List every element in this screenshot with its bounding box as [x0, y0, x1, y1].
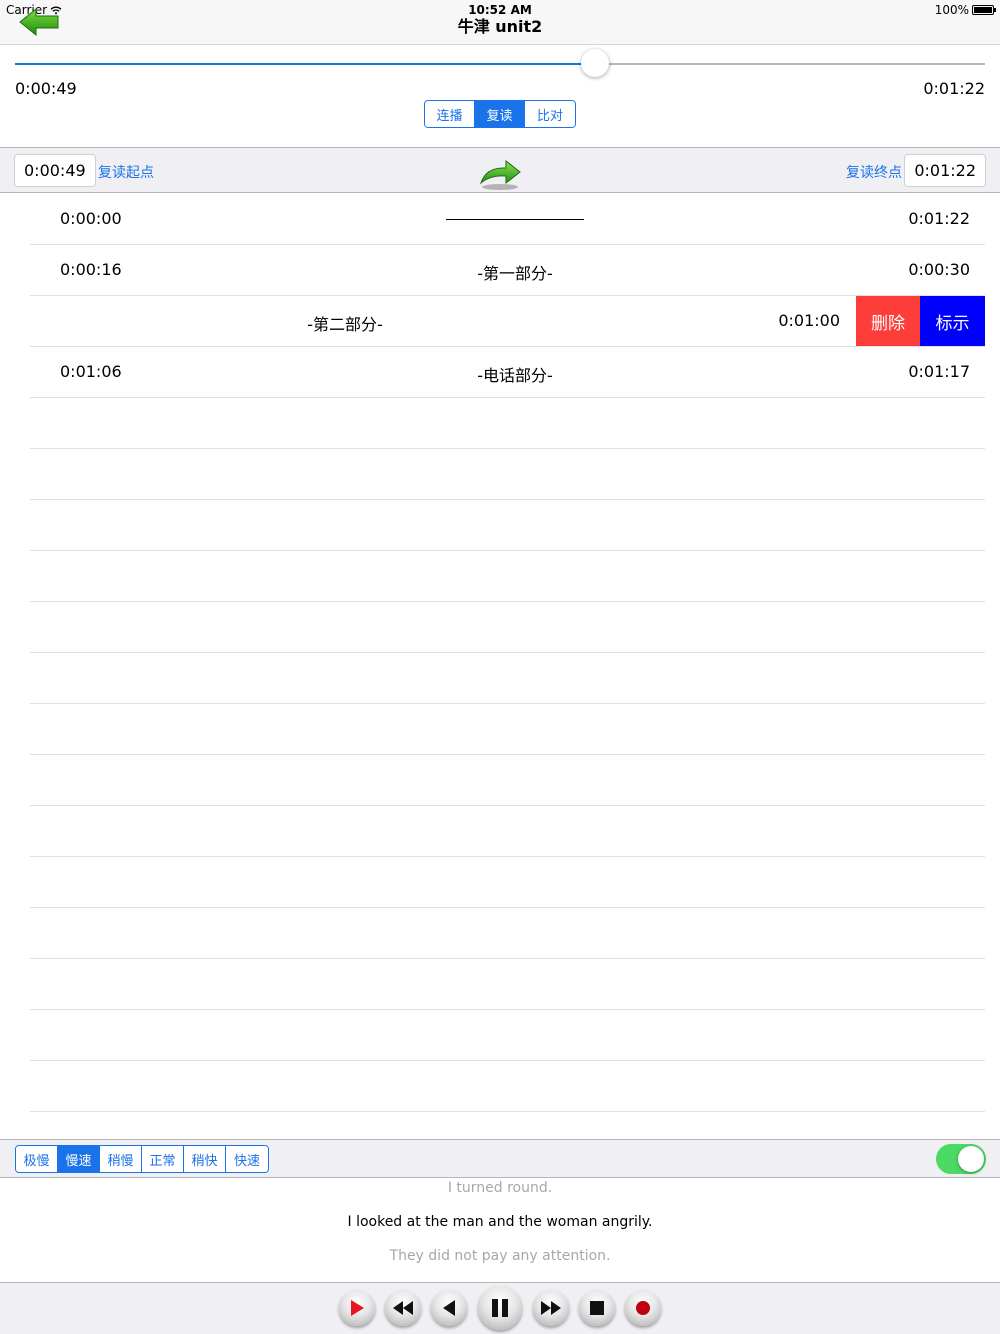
- progress-slider[interactable]: [15, 49, 985, 77]
- navigation-bar: Carrier 10:52 AM 100% 牛津 unit2: [0, 0, 1000, 45]
- page: Carrier 10:52 AM 100% 牛津 unit2 0:00:49 0…: [0, 0, 1000, 1334]
- empty-row: [30, 602, 985, 653]
- segment-title: -电话部分-: [477, 366, 553, 385]
- segment-row[interactable]: 0:01:06 -电话部分- 0:01:17: [30, 347, 985, 398]
- repeat-end-time[interactable]: 0:01:22: [904, 154, 986, 187]
- mode-segmented-control: 连播 复读 比对: [424, 100, 576, 128]
- step-back-icon: [443, 1300, 455, 1316]
- speed-option-fast[interactable]: 快速: [226, 1146, 268, 1172]
- rewind-button[interactable]: [385, 1290, 421, 1326]
- set-repeat-start-button[interactable]: 复读起点: [98, 162, 154, 182]
- mode-option-compare[interactable]: 比对: [525, 101, 575, 127]
- repeat-arrow-icon[interactable]: [478, 155, 524, 191]
- speed-option-slightly-slow[interactable]: 稍慢: [100, 1146, 142, 1172]
- pause-icon: [492, 1299, 508, 1317]
- segment-title: -第二部分-: [307, 315, 383, 334]
- subtitle-toggle[interactable]: [936, 1144, 986, 1174]
- set-repeat-end-button[interactable]: 复读终点: [846, 162, 902, 182]
- progress-thumb[interactable]: [580, 49, 609, 77]
- mark-button[interactable]: 标示: [920, 296, 985, 346]
- page-title: 牛津 unit2: [457, 17, 543, 36]
- record-icon: [636, 1301, 650, 1315]
- previous-button[interactable]: [431, 1290, 467, 1326]
- lyric-current: I looked at the man and the woman angril…: [347, 1214, 653, 1230]
- empty-row: [30, 449, 985, 500]
- rewind-icon: [393, 1301, 413, 1315]
- delete-button[interactable]: 删除: [856, 296, 920, 346]
- segment-end-time: 0:01:00: [778, 311, 840, 330]
- empty-row: [30, 908, 985, 959]
- lyric-previous: I turned round.: [447, 1180, 553, 1196]
- play-icon: [351, 1300, 364, 1316]
- empty-row: [30, 755, 985, 806]
- empty-row: [30, 857, 985, 908]
- pause-button[interactable]: [478, 1286, 522, 1330]
- play-button[interactable]: [339, 1290, 375, 1326]
- empty-row: [30, 1010, 985, 1061]
- fast-forward-button[interactable]: [533, 1290, 569, 1326]
- segment-title: -第一部分-: [477, 264, 553, 283]
- empty-row: [30, 398, 985, 449]
- empty-row: [30, 500, 985, 551]
- fast-forward-icon: [541, 1301, 561, 1315]
- speed-bar: 极慢 慢速 稍慢 正常 稍快 快速: [0, 1139, 1000, 1178]
- total-time: 0:01:22: [923, 79, 985, 98]
- progress-fill: [15, 63, 595, 65]
- empty-row: [30, 806, 985, 857]
- segment-end-time: 0:01:17: [908, 362, 970, 381]
- record-button[interactable]: [625, 1290, 661, 1326]
- empty-row: [30, 959, 985, 1010]
- mode-option-repeat[interactable]: 复读: [475, 101, 525, 127]
- empty-row: [30, 704, 985, 755]
- repeat-start-time[interactable]: 0:00:49: [14, 154, 96, 187]
- stop-icon: [590, 1301, 604, 1315]
- speed-option-slightly-fast[interactable]: 稍快: [184, 1146, 226, 1172]
- segment-row-swiped[interactable]: -第二部分- 0:01:00 删除 标示: [30, 296, 985, 347]
- speed-option-slow[interactable]: 慢速: [58, 1146, 100, 1172]
- lyric-next: They did not pay any attention.: [389, 1248, 611, 1264]
- mode-option-continuous[interactable]: 连播: [425, 101, 475, 127]
- speed-segmented-control: 极慢 慢速 稍慢 正常 稍快 快速: [15, 1145, 269, 1173]
- empty-row: [30, 551, 985, 602]
- speed-option-normal[interactable]: 正常: [142, 1146, 184, 1172]
- empty-row: [30, 653, 985, 704]
- player-controls: [0, 1282, 1000, 1334]
- stop-button[interactable]: [579, 1290, 615, 1326]
- segment-end-time: 0:01:22: [908, 209, 970, 228]
- empty-row: [30, 1061, 985, 1112]
- segment-start-time: 0:00:00: [60, 209, 122, 228]
- segment-row[interactable]: 0:00:16 -第一部分- 0:00:30: [30, 245, 985, 296]
- segment-end-time: 0:00:30: [908, 260, 970, 279]
- segment-row[interactable]: 0:00:00 0:01:22: [30, 194, 985, 245]
- speed-option-very-slow[interactable]: 极慢: [16, 1146, 58, 1172]
- repeat-range-bar: 0:00:49 复读起点 复读终点 0:01:22: [0, 147, 1000, 193]
- current-time: 0:00:49: [15, 79, 77, 98]
- segment-title-line: [446, 219, 584, 220]
- toggle-knob: [958, 1146, 984, 1172]
